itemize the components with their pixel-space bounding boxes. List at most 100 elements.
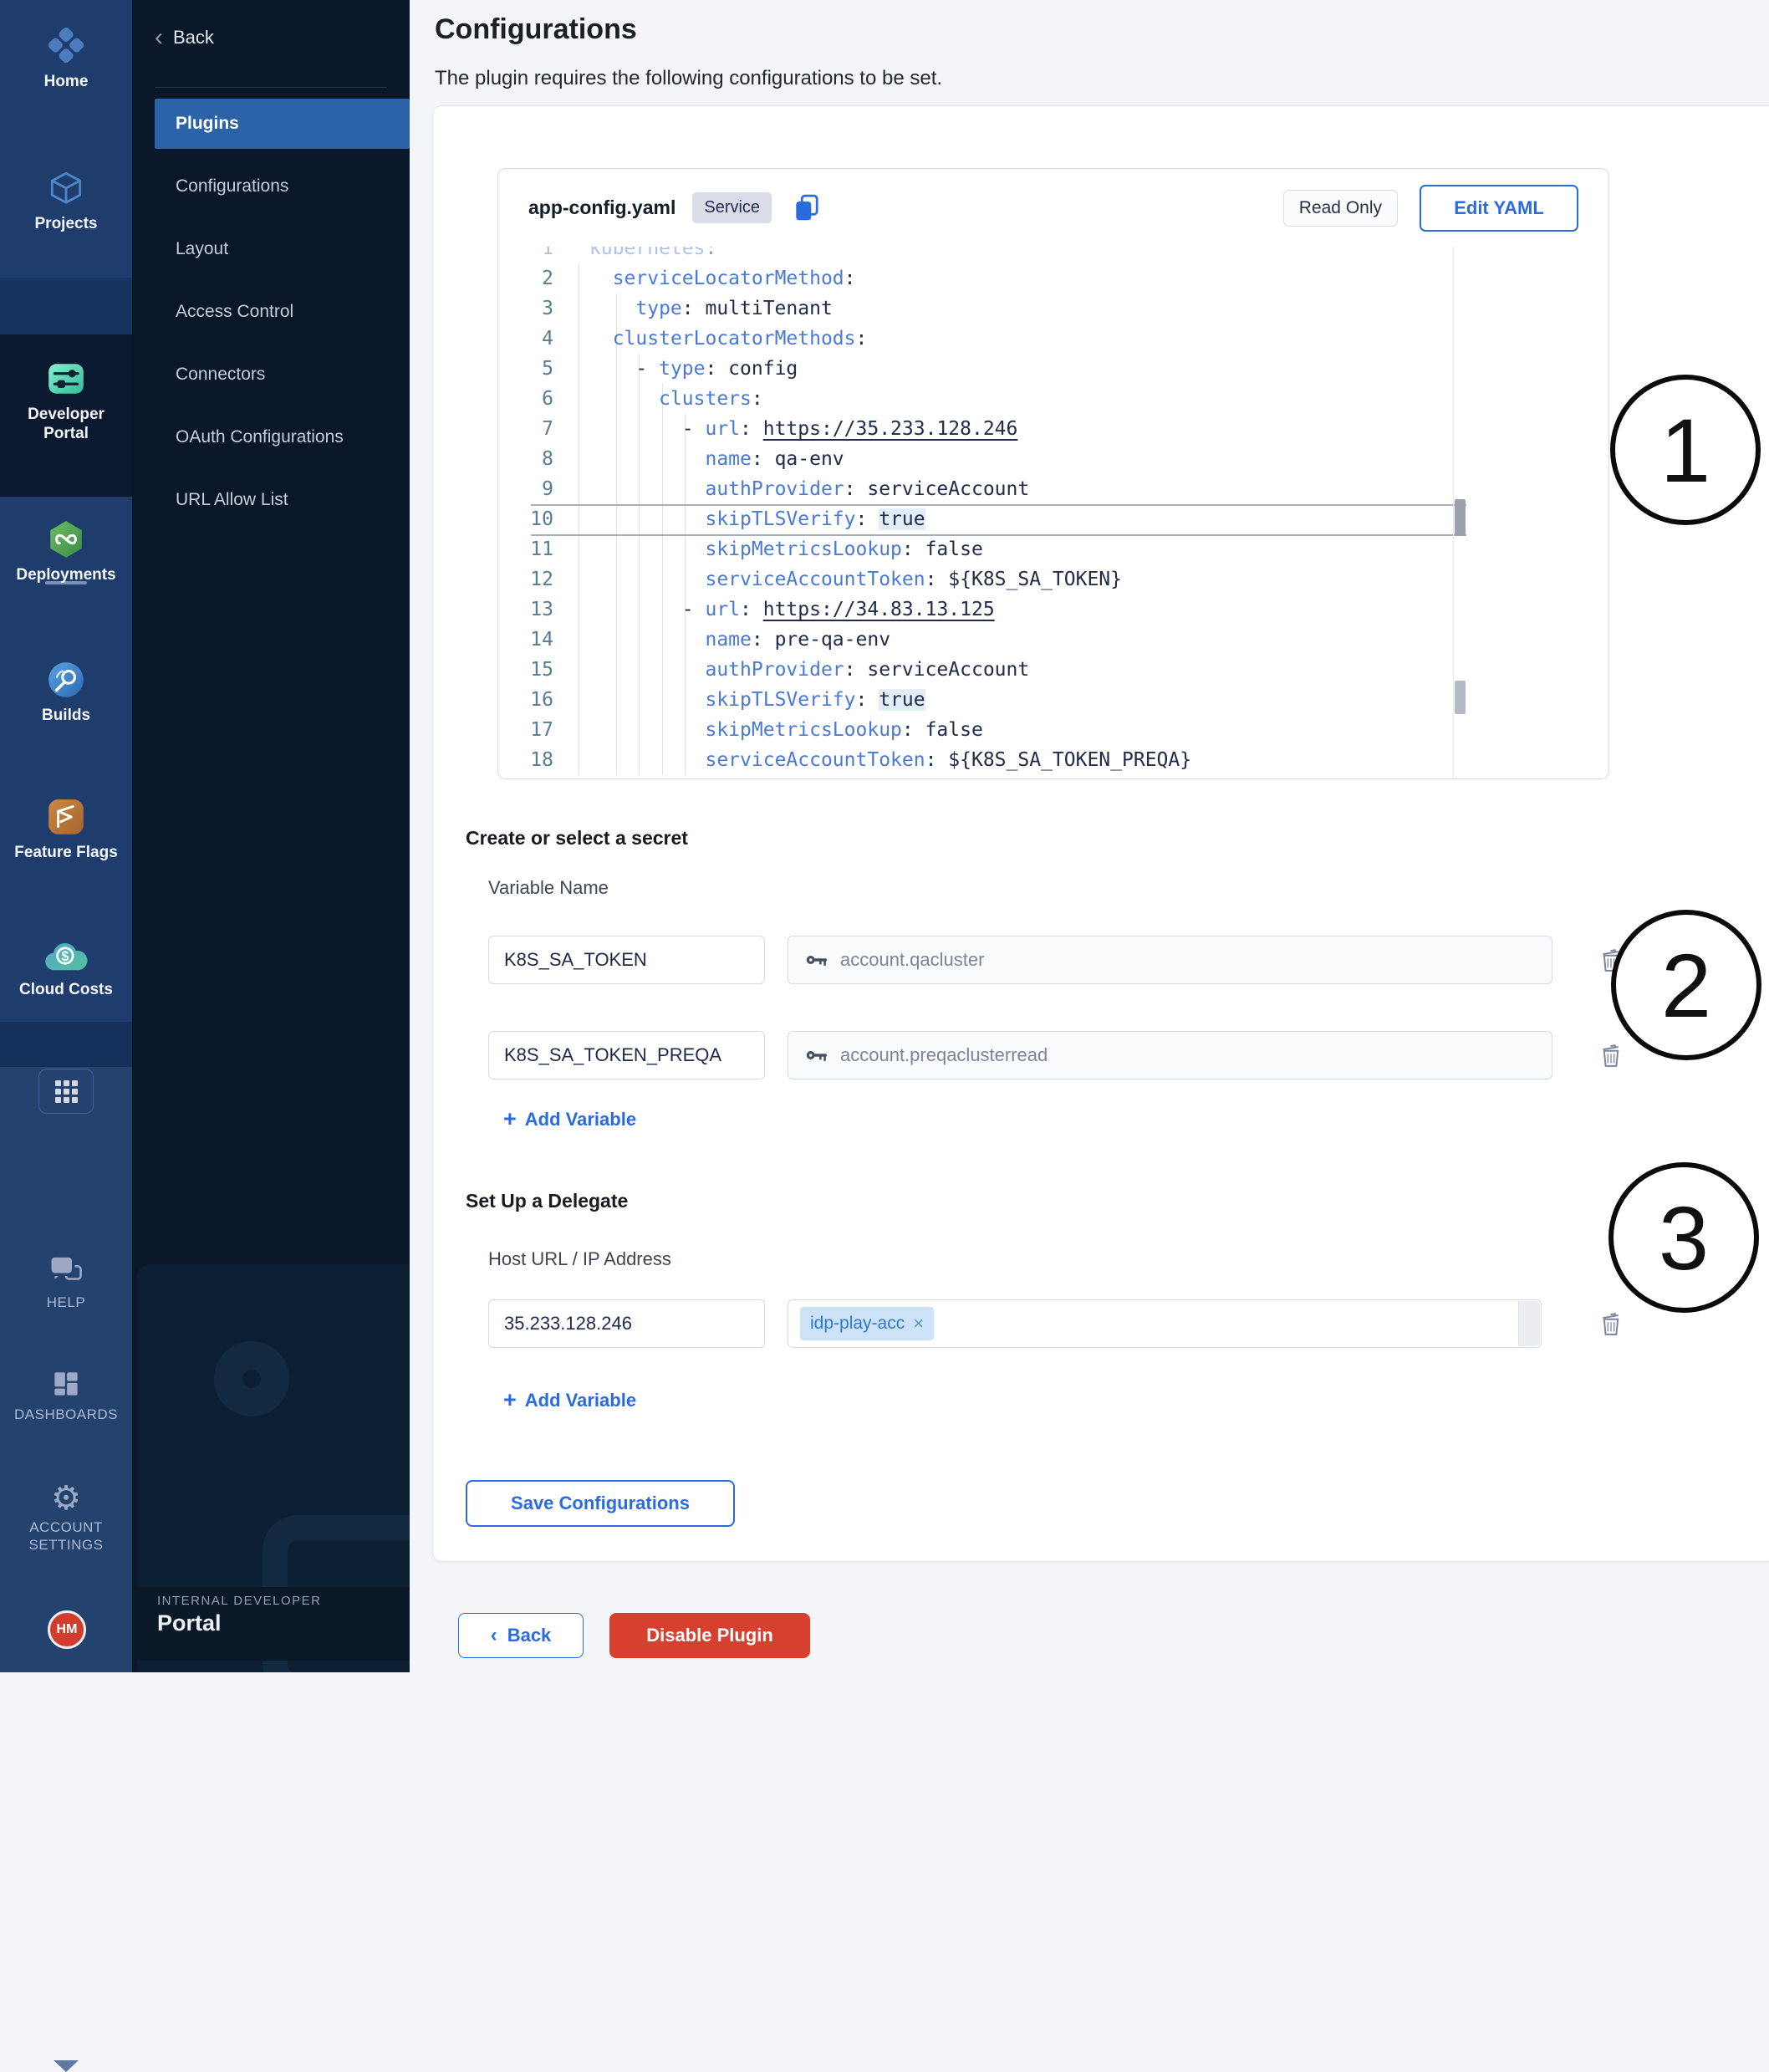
module-nav-item-configurations[interactable]: Configurations: [155, 161, 410, 212]
yaml-editor-card: app-config.yaml Service Read Only Edit Y…: [497, 168, 1609, 779]
yaml-editor-header: app-config.yaml Service Read Only Edit Y…: [498, 169, 1608, 247]
delegate-row: idp-play-acc×: [488, 1299, 1623, 1348]
module-nav-item-url-allow-list[interactable]: URL Allow List: [155, 475, 410, 525]
yaml-line-8: 8 name: qa-env: [498, 444, 1608, 474]
line-number: 3: [498, 293, 553, 324]
add-variable-link-delegate[interactable]: + Add Variable: [503, 1387, 636, 1413]
copy-icon: [793, 193, 820, 223]
sidebar-item-help[interactable]: ? HELP: [0, 1254, 132, 1311]
line-number: 1: [498, 247, 553, 263]
line-number: 6: [498, 384, 553, 414]
line-number: 9: [498, 474, 553, 504]
save-configurations-button[interactable]: Save Configurations: [466, 1480, 735, 1527]
yaml-line-2: 2 serviceLocatorMethod:: [498, 263, 1608, 293]
yaml-line-10: 10 skipTLSVerify: true: [498, 504, 1608, 534]
yaml-filename: app-config.yaml: [528, 196, 675, 219]
module-nav-item-layout[interactable]: Layout: [155, 224, 410, 274]
help-icon: ?: [48, 1254, 84, 1286]
annotation-circle-2: 2: [1611, 910, 1761, 1060]
sidebar-section-divider: [0, 278, 132, 334]
delegate-tags-field[interactable]: idp-play-acc×: [788, 1299, 1542, 1348]
back-button[interactable]: ‹ Back: [458, 1613, 584, 1658]
sidebar-item-feature-flags[interactable]: Feature Flags: [0, 796, 132, 862]
copy-button[interactable]: [793, 193, 820, 223]
line-number: 7: [498, 414, 553, 444]
yaml-line-18: 18 serviceAccountToken: ${K8S_SA_TOKEN_P…: [498, 745, 1608, 775]
module-nav-item-oauth-configurations[interactable]: OAuth Configurations: [155, 412, 410, 462]
sidebar-item-dashboards[interactable]: DASHBOARDS: [0, 1370, 132, 1423]
feature-flags-icon: [45, 796, 87, 838]
module-nav-sidebar: ‹ Back Plugins Configurations Layout Access…: [132, 0, 410, 1672]
home-icon: [44, 23, 88, 67]
trash-icon[interactable]: [1599, 1042, 1623, 1069]
secret-rows: account.qacluster account.preqaclusterre…: [488, 936, 1623, 1126]
sidebar-item-home[interactable]: Home: [0, 23, 132, 91]
sidebar-item-label: DASHBOARDS: [0, 1406, 132, 1423]
read-only-badge: Read Only: [1283, 190, 1398, 227]
sidebar-item-label: Cloud Costs: [0, 980, 132, 999]
configurations-card: app-config.yaml Service Read Only Edit Y…: [432, 105, 1769, 1562]
line-number: 12: [498, 564, 553, 595]
secret-row: account.qacluster: [488, 936, 1623, 984]
secret-reference: account.qacluster: [840, 949, 984, 971]
plus-icon: +: [503, 1106, 517, 1132]
yaml-line-17: 17 skipMetricsLookup: false: [498, 715, 1608, 745]
sidebar-item-account-settings[interactable]: ⚙ ACCOUNTSETTINGS: [0, 1482, 132, 1554]
annotation-circle-3: 3: [1608, 1162, 1759, 1313]
yaml-line-15: 15 authProvider: serviceAccount: [498, 655, 1608, 685]
edit-yaml-button[interactable]: Edit YAML: [1420, 185, 1578, 232]
page-title: Configurations: [435, 13, 637, 46]
secret-select-field[interactable]: account.qacluster: [788, 936, 1552, 984]
line-number: 17: [498, 715, 553, 745]
scrollbar-thumb[interactable]: [1455, 681, 1466, 714]
nav-back-button[interactable]: ‹ Back: [155, 25, 214, 50]
secret-row: account.preqaclusterread: [488, 1031, 1623, 1079]
chevron-left-icon: ‹: [491, 1624, 497, 1647]
current-line-border-bottom: [531, 534, 1466, 536]
delegate-tag-chip: idp-play-acc×: [800, 1307, 934, 1340]
key-icon: [805, 1048, 828, 1063]
variable-name-label: Variable Name: [488, 877, 609, 899]
yaml-line-14: 14 name: pre-qa-env: [498, 625, 1608, 655]
module-nav-item-connectors[interactable]: Connectors: [155, 350, 410, 400]
module-nav-item-access-control[interactable]: Access Control: [155, 287, 410, 337]
secret-section-heading: Create or select a secret: [466, 827, 688, 850]
module-nav-item-plugins[interactable]: Plugins: [155, 99, 410, 149]
sidebar-item-label: Projects: [0, 214, 132, 233]
delegate-section-heading: Set Up a Delegate: [466, 1190, 628, 1212]
yaml-code-viewport: 1kubernetes:2 serviceLocatorMethod:3 typ…: [498, 247, 1608, 778]
sidebar-item-cloud-costs[interactable]: $ Cloud Costs: [0, 936, 132, 999]
sidebar-item-deployments[interactable]: Deployments: [0, 518, 132, 584]
key-icon: [805, 952, 828, 967]
sidebar-item-projects[interactable]: Projects: [0, 167, 132, 233]
scrollbar-thumb[interactable]: [1455, 499, 1466, 536]
tags-field-strip: [1518, 1301, 1540, 1346]
host-url-input[interactable]: [488, 1299, 765, 1348]
variable-name-input[interactable]: [488, 936, 765, 984]
secret-select-field[interactable]: account.preqaclusterread: [788, 1031, 1552, 1079]
deployments-icon: [45, 518, 87, 560]
host-url-label: Host URL / IP Address: [488, 1248, 671, 1270]
primary-sidebar: Home Projects DeveloperPortal Deployment…: [0, 0, 132, 1672]
sidebar-item-label: DeveloperPortal: [0, 405, 132, 443]
chevron-down-icon[interactable]: [54, 2060, 79, 2072]
sidebar-item-developer-portal[interactable]: DeveloperPortal: [0, 358, 132, 443]
sidebar-collapse-strip[interactable]: [0, 1022, 132, 1067]
variable-name-input[interactable]: [488, 1031, 765, 1079]
sidebar-item-builds[interactable]: Builds: [0, 659, 132, 725]
yaml-code-lines: 1kubernetes:2 serviceLocatorMethod:3 typ…: [498, 247, 1608, 775]
brand-title: Portal: [157, 1610, 222, 1636]
trash-icon[interactable]: [1599, 1310, 1623, 1337]
line-number: 4: [498, 324, 553, 354]
user-avatar[interactable]: HM: [48, 1610, 86, 1649]
line-number: 18: [498, 745, 553, 775]
nav-divider: [155, 87, 387, 88]
add-variable-link[interactable]: + Add Variable: [503, 1106, 636, 1132]
sidebar-item-label: HELP: [0, 1294, 132, 1311]
module-grid-button[interactable]: [38, 1069, 94, 1114]
disable-plugin-button[interactable]: Disable Plugin: [609, 1613, 810, 1658]
gear-icon: ⚙: [0, 1482, 132, 1515]
yaml-line-16: 16 skipTLSVerify: true: [498, 685, 1608, 715]
service-badge: Service: [692, 192, 772, 223]
remove-tag-icon[interactable]: ×: [913, 1313, 924, 1335]
